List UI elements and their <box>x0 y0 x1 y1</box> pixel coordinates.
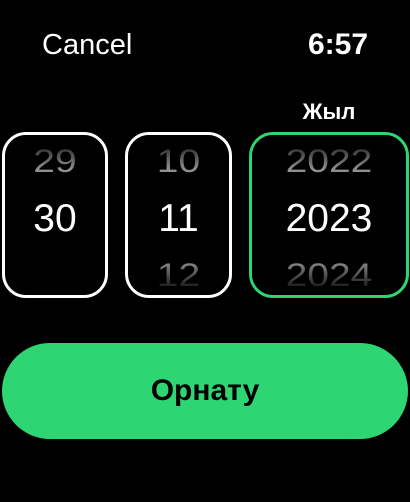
cancel-button[interactable]: Cancel <box>42 26 132 64</box>
month-next-value: 12 <box>156 257 201 294</box>
month-previous-value: 10 <box>156 143 201 180</box>
year-column-label: Жыл <box>302 99 356 124</box>
day-picker-wheel[interactable]: 29 30 <box>2 132 108 298</box>
day-previous-value: 29 <box>33 143 77 180</box>
year-picker-wheel[interactable]: 2022 2023 2024 <box>249 132 409 298</box>
day-selected-value: 30 <box>33 197 77 240</box>
month-selected-value: 11 <box>158 197 199 240</box>
wheel-fade-bottom <box>5 261 105 295</box>
year-previous-value: 2022 <box>285 143 373 180</box>
month-picker-wheel[interactable]: 10 11 12 <box>125 132 232 298</box>
set-button[interactable]: Орнату <box>2 343 408 439</box>
clock-time: 6:57 <box>307 28 368 61</box>
year-selected-value: 2023 <box>285 197 373 240</box>
year-next-value: 2024 <box>285 257 373 294</box>
